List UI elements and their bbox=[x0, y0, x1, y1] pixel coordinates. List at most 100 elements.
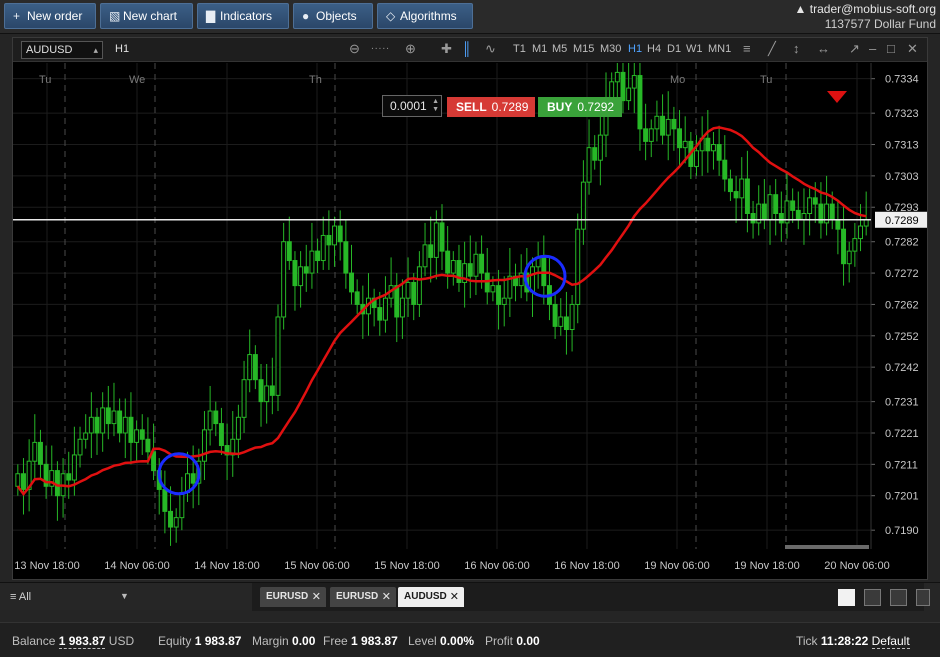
indicators-button[interactable]: ▇ Indicators bbox=[197, 3, 289, 29]
profit-label: Profit bbox=[485, 634, 514, 648]
line-chart-icon[interactable]: ∿ bbox=[485, 41, 496, 57]
zoom-out-icon[interactable]: ⊖ bbox=[349, 41, 360, 57]
timeframe-d1[interactable]: D1 bbox=[667, 43, 681, 55]
y-tick-label: 0.7242 bbox=[885, 362, 919, 374]
free-label: Free bbox=[323, 634, 348, 648]
balance-label: Balance bbox=[12, 634, 56, 648]
candle-body bbox=[382, 297, 388, 321]
candle-body bbox=[637, 75, 643, 130]
maximize-icon[interactable]: □ bbox=[887, 41, 895, 56]
y-tick-label: 0.7323 bbox=[885, 108, 919, 120]
tab-eurusd-1[interactable]: EURUSD ✕ bbox=[260, 587, 326, 607]
tab-strip: EURUSD ✕ EURUSD ✕ AUDUSD ✕ bbox=[252, 583, 924, 611]
menu-icon: ≡ bbox=[10, 591, 19, 603]
layout-grid-icon[interactable] bbox=[864, 589, 881, 606]
chart-header: AUDUSD ▴▾ H1 ⊖ ∙∙∙∙∙ ⊕ ✚ ║ ∿ T1 M1 M5 M1… bbox=[13, 38, 927, 71]
equity-label: Equity bbox=[158, 634, 192, 648]
candle-body bbox=[450, 260, 456, 274]
y-tick-label: 0.7201 bbox=[885, 491, 919, 503]
timeframe-m15[interactable]: M15 bbox=[573, 43, 594, 55]
candlestick-icon[interactable]: ║ bbox=[462, 41, 471, 56]
candle-body bbox=[710, 144, 716, 152]
current-price-label: 0.7289 bbox=[885, 215, 919, 227]
minimize-icon[interactable]: – bbox=[869, 41, 876, 56]
timeframe-w1[interactable]: W1 bbox=[686, 43, 703, 55]
vertical-arrows-icon[interactable]: ↕ bbox=[793, 41, 800, 56]
close-tab-icon[interactable]: ✕ bbox=[450, 587, 459, 607]
tab-label: EURUSD bbox=[336, 591, 379, 602]
objects-label: Objects bbox=[316, 9, 357, 23]
candle-body bbox=[778, 213, 784, 224]
timeframe-h4[interactable]: H4 bbox=[647, 43, 661, 55]
candle-body bbox=[490, 285, 496, 293]
trend-line-icon[interactable]: ╱ bbox=[768, 41, 776, 57]
candle-body bbox=[309, 250, 315, 274]
account-info[interactable]: ▲ trader@mobius-soft.org 1137577 Dollar … bbox=[795, 2, 936, 32]
tab-label: EURUSD bbox=[266, 591, 309, 602]
candle-body bbox=[795, 209, 801, 221]
new-chart-label: New chart bbox=[123, 9, 178, 23]
timeframe-h1[interactable]: H1 bbox=[628, 43, 642, 55]
day-label: Mo bbox=[670, 74, 685, 86]
new-order-button[interactable]: + New order bbox=[4, 3, 96, 29]
layout-columns-icon[interactable] bbox=[890, 589, 907, 606]
candle-body bbox=[609, 81, 615, 98]
candle-body bbox=[445, 250, 451, 274]
chart-plot-area[interactable]: 0.7334 0.7323 0.7313 0.7303 0.7293 0.7282 0.72… bbox=[13, 63, 927, 579]
close-tab-icon[interactable]: ✕ bbox=[312, 587, 321, 607]
lot-size-input[interactable]: 0.0001 ▲ ▼ bbox=[382, 95, 442, 117]
close-tab-icon[interactable]: ✕ bbox=[382, 587, 391, 607]
day-label: Tu bbox=[760, 74, 772, 86]
account-number: 1137577 bbox=[824, 17, 871, 31]
buy-label: BUY bbox=[547, 100, 573, 114]
trading-terminal: + New order ▧ New chart ▇ Indicators ● Objec… bbox=[0, 0, 940, 657]
candle-body bbox=[422, 244, 428, 268]
tab-audusd[interactable]: AUDUSD ✕ bbox=[398, 587, 464, 607]
level-label: Level bbox=[408, 634, 437, 648]
algorithms-button[interactable]: ◇ Algorithms bbox=[377, 3, 473, 29]
timeframe-mn1[interactable]: MN1 bbox=[708, 43, 731, 55]
crosshair-icon[interactable]: ✚ bbox=[441, 41, 452, 57]
tick-mode[interactable]: Default bbox=[871, 634, 910, 649]
horizontal-line-icon[interactable]: ≡ bbox=[743, 41, 751, 56]
candlestick-chart[interactable]: 0.73340.73230.73130.73030.72930.72820.72… bbox=[13, 63, 927, 579]
candle-body bbox=[100, 407, 106, 434]
symbol-select[interactable]: AUDUSD ▴▾ bbox=[21, 41, 103, 71]
tick-label: Tick bbox=[796, 634, 818, 648]
candle-body bbox=[501, 297, 507, 305]
layout-single-icon[interactable] bbox=[838, 589, 855, 606]
timeframe-m30[interactable]: M30 bbox=[600, 43, 621, 55]
candle-body bbox=[21, 473, 26, 490]
buy-price: 0.7292 bbox=[577, 100, 615, 114]
candle-body bbox=[399, 297, 405, 318]
y-tick-label: 0.7282 bbox=[885, 237, 919, 249]
new-chart-button[interactable]: ▧ New chart bbox=[100, 3, 193, 29]
chart-tabs-bar: ≡ All ▼ EURUSD ✕ EURUSD ✕ AUDUSD ✕ bbox=[0, 582, 940, 611]
timeframe-m1[interactable]: M1 bbox=[532, 43, 547, 55]
objects-button[interactable]: ● Objects bbox=[293, 3, 373, 29]
candle-body bbox=[716, 144, 722, 161]
tab-eurusd-2[interactable]: EURUSD ✕ bbox=[330, 587, 396, 607]
candle-body bbox=[145, 438, 151, 453]
candle-body bbox=[377, 307, 383, 321]
timeframe-m5[interactable]: M5 bbox=[552, 43, 567, 55]
chart-filter-select[interactable]: ≡ All ▼ bbox=[10, 591, 129, 603]
zoom-in-icon[interactable]: ⊕ bbox=[405, 41, 416, 57]
zoom-slider[interactable]: ∙∙∙∙∙ bbox=[371, 43, 390, 54]
candle-body bbox=[218, 423, 224, 447]
timeframe-t1[interactable]: T1 bbox=[513, 43, 526, 55]
y-tick-label: 0.7303 bbox=[885, 171, 919, 183]
close-icon[interactable]: ✕ bbox=[907, 41, 918, 57]
balance-value[interactable]: 1 983.87 bbox=[58, 634, 106, 649]
buy-button[interactable]: BUY 0.7292 bbox=[538, 97, 622, 117]
candle-body bbox=[750, 213, 756, 224]
lot-spinner-icon[interactable]: ▲ ▼ bbox=[432, 98, 439, 114]
candle-body bbox=[614, 71, 620, 83]
sell-button[interactable]: SELL 0.7289 bbox=[447, 97, 535, 117]
candle-body bbox=[812, 197, 818, 205]
horizontal-arrows-icon[interactable]: ↔ bbox=[817, 41, 830, 56]
detach-icon[interactable]: ↗ bbox=[849, 41, 860, 57]
layout-rows-icon[interactable] bbox=[916, 589, 930, 606]
candle-body bbox=[496, 285, 502, 305]
candle-body bbox=[105, 407, 111, 425]
